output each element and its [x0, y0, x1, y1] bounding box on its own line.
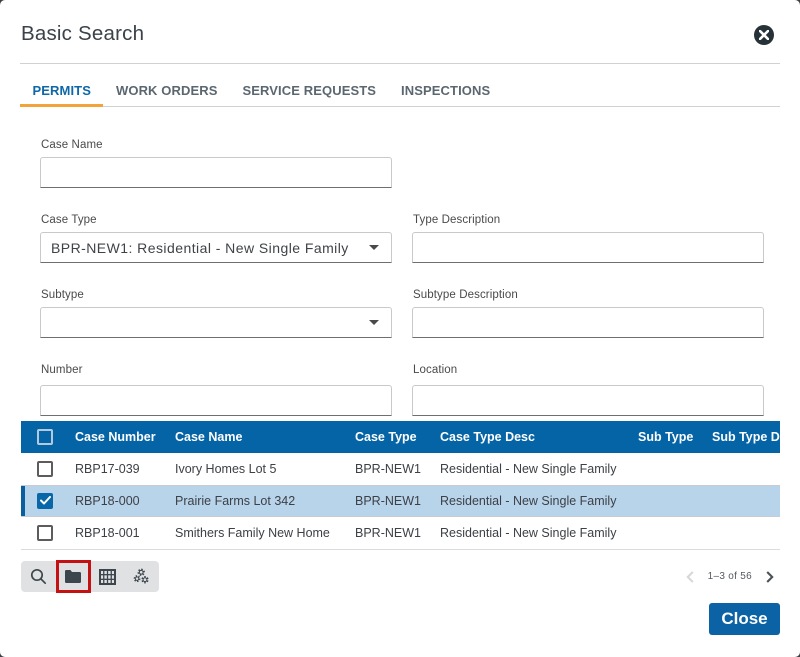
column-header-sub-type-desc[interactable]: Sub Type Desc — [712, 430, 780, 444]
chevron-down-icon — [369, 245, 379, 250]
subtype-description-field-box — [412, 307, 764, 338]
type-description-label: Type Description — [413, 214, 500, 226]
cell-checkbox — [21, 429, 75, 445]
folder-button[interactable] — [60, 564, 86, 590]
gears-icon — [133, 568, 150, 585]
cell-checkbox — [21, 525, 75, 541]
subtype-description-label: Subtype Description — [413, 289, 518, 301]
close-button[interactable]: Close — [709, 603, 780, 635]
table-bottom-divider — [21, 549, 780, 550]
chevron-right-icon — [766, 571, 774, 583]
column-header-case-name[interactable]: Case Name — [175, 430, 355, 444]
table-header-row: Case Number Case Name Case Type Case Typ… — [21, 421, 780, 453]
table-grid-icon — [99, 569, 116, 585]
dialog-close-button[interactable] — [754, 25, 774, 45]
next-page-button[interactable] — [760, 565, 780, 589]
close-icon — [759, 30, 769, 40]
dialog-title: Basic Search — [21, 24, 144, 45]
cell-case-name: Ivory Homes Lot 5 — [175, 462, 355, 476]
pagination-range-label: 1–3 of 56 — [708, 571, 752, 582]
location-field-box — [412, 385, 764, 416]
tab-bar: PERMITS WORK ORDERS SERVICE REQUESTS INS… — [20, 74, 780, 107]
row-checkbox[interactable] — [37, 461, 53, 477]
select-all-checkbox[interactable] — [37, 429, 53, 445]
table-body: RBP17-039 Ivory Homes Lot 5 BPR-NEW1 Res… — [21, 453, 780, 549]
cell-checkbox — [21, 461, 75, 477]
folder-icon — [64, 569, 82, 584]
table-row[interactable]: RBP18-001 Smithers Family New Home BPR-N… — [21, 517, 780, 549]
cell-case-type: BPR-NEW1 — [355, 494, 440, 508]
cell-case-type: BPR-NEW1 — [355, 462, 440, 476]
type-description-input[interactable] — [413, 233, 763, 262]
tab-label: WORK ORDERS — [116, 83, 218, 98]
number-label: Number — [41, 364, 83, 376]
cell-case-number: RBP17-039 — [75, 462, 175, 476]
tab-label: SERVICE REQUESTS — [242, 83, 376, 98]
case-name-field-box — [40, 157, 392, 188]
cell-case-type-desc: Residential - New Single Family — [440, 462, 638, 476]
workflow-button[interactable] — [129, 564, 155, 590]
number-field-box — [40, 385, 392, 416]
table-row[interactable]: RBP17-039 Ivory Homes Lot 5 BPR-NEW1 Res… — [21, 453, 780, 485]
search-button[interactable] — [25, 564, 51, 590]
cell-case-type: BPR-NEW1 — [355, 526, 440, 540]
tab-inspections[interactable]: INSPECTIONS — [389, 74, 503, 106]
chevron-down-icon — [369, 320, 379, 325]
table-row-selected[interactable]: RBP18-000 Prairie Farms Lot 342 BPR-NEW1… — [21, 485, 780, 517]
case-name-label: Case Name — [41, 139, 103, 151]
check-icon — [40, 496, 51, 505]
basic-search-dialog: Basic Search PERMITS WORK ORDERS SERVICE… — [0, 0, 800, 657]
case-type-label: Case Type — [41, 214, 97, 226]
cell-case-number: RBP18-000 — [75, 494, 175, 508]
cell-case-name: Prairie Farms Lot 342 — [175, 494, 355, 508]
header-divider — [20, 63, 780, 64]
column-header-case-type[interactable]: Case Type — [355, 430, 440, 444]
column-header-case-type-desc[interactable]: Case Type Desc — [440, 430, 638, 444]
column-header-case-number[interactable]: Case Number — [75, 430, 175, 444]
tab-work-orders[interactable]: WORK ORDERS — [103, 74, 230, 106]
results-table: Case Number Case Name Case Type Case Typ… — [21, 421, 780, 550]
tab-label: INSPECTIONS — [401, 83, 490, 98]
tab-label: PERMITS — [33, 83, 91, 98]
row-checkbox-checked[interactable] — [37, 493, 53, 509]
number-input[interactable] — [41, 386, 391, 415]
type-description-field-box — [412, 232, 764, 263]
table-grid-button[interactable] — [94, 564, 120, 590]
location-input[interactable] — [413, 386, 763, 415]
pagination: 1–3 of 56 — [620, 561, 780, 592]
cell-case-number: RBP18-001 — [75, 526, 175, 540]
results-toolbar — [21, 561, 159, 592]
column-header-sub-type[interactable]: Sub Type — [638, 430, 712, 444]
tab-permits[interactable]: PERMITS — [20, 74, 103, 106]
cell-case-type-desc: Residential - New Single Family — [440, 526, 638, 540]
chevron-left-icon — [686, 571, 694, 583]
subtype-select[interactable] — [40, 307, 392, 338]
case-name-input[interactable] — [41, 158, 391, 187]
search-icon — [30, 568, 47, 585]
row-checkbox[interactable] — [37, 525, 53, 541]
subtype-description-input[interactable] — [413, 308, 763, 337]
previous-page-button[interactable] — [680, 565, 700, 589]
subtype-label: Subtype — [41, 289, 84, 301]
tab-service-requests[interactable]: SERVICE REQUESTS — [230, 74, 389, 106]
location-label: Location — [413, 364, 457, 376]
cell-case-name: Smithers Family New Home — [175, 526, 355, 540]
cell-checkbox — [21, 493, 75, 509]
case-type-select[interactable]: BPR-NEW1: Residential - New Single Famil… — [40, 232, 392, 263]
case-type-value: BPR-NEW1: Residential - New Single Famil… — [41, 240, 369, 256]
cell-case-type-desc: Residential - New Single Family — [440, 494, 638, 508]
